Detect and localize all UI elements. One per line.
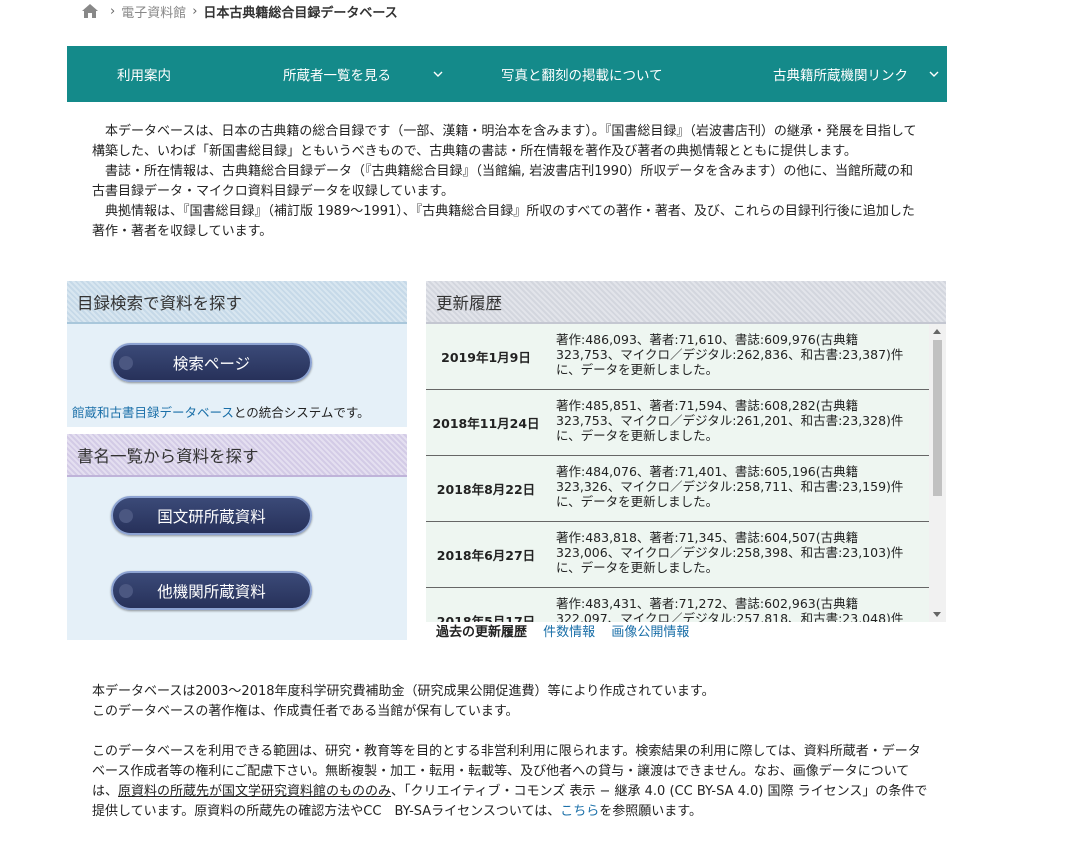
update-text: 著作:483,818、著者:71,345、書誌:604,507(古典籍323,0… (556, 530, 904, 575)
nijl-only-note: 原資料の所蔵先が国文学研究資料館のもののみ (118, 784, 392, 799)
system-note-text: との統合システムです。 (233, 405, 370, 420)
image-info-link[interactable]: 画像公開情報 (611, 625, 689, 640)
home-icon[interactable] (82, 4, 98, 18)
footer-text: 本データベースは2003～2018年度科学研究費補助金（研究成果公開促進費）等に… (92, 682, 932, 822)
footer-license-paragraph: このデータベースを利用できる範囲は、研究・教育等を目的とする非営利利用に限られま… (92, 744, 928, 819)
intro-paragraph: 本データベースは、日本の古典籍の総合目録です（一部、漢籍・明治本を含みます）。『… (92, 124, 917, 159)
scroll-down-icon[interactable] (933, 612, 941, 617)
nav-item-label: 古典籍所蔵機関リンク (773, 68, 908, 84)
breadcrumb: › 電子資料館 › 日本古典籍総合目録データベース (82, 2, 398, 21)
intro-paragraph: 書誌・所在情報は、古典籍総合目録データ（『古典籍総合目録』（当館編, 岩波書店刊… (92, 164, 913, 199)
update-date: 2018年6月27日 (436, 548, 536, 563)
chevron-right-icon: › (110, 3, 116, 19)
nav-item-usage-guide[interactable]: 利用案内 (67, 46, 277, 102)
update-date: 2019年1月9日 (441, 350, 531, 365)
nav-item-label: 利用案内 (117, 68, 171, 84)
update-scrollbar[interactable] (929, 324, 946, 622)
intro-paragraph: 典拠情報は、『国書総目録』（補訂版 1989～1991）、『古典籍総合目録』所収… (92, 204, 915, 239)
title-list-heading: 書名一覧から資料を探す (67, 434, 407, 477)
update-text: 著作:486,093、著者:71,610、書誌:609,976(古典籍323,7… (556, 332, 904, 377)
update-text: 著作:483,431、著者:71,272、書誌:602,963(古典籍322,0… (556, 596, 904, 622)
nav-item-label: 所蔵者一覧を見る (283, 68, 391, 84)
scroll-up-icon[interactable] (933, 329, 941, 334)
update-links: 過去の更新履歴 件数情報 画像公開情報 (436, 621, 689, 640)
main-nav: 利用案内 所蔵者一覧を見る 写真と翻刻の掲載について 古典籍所蔵機関リンク (67, 46, 947, 102)
wakosho-db-link[interactable]: 館蔵和古書目録データベース (72, 405, 234, 420)
update-history-heading: 更新履歴 (426, 281, 946, 324)
nijl-holdings-button[interactable]: 国文研所蔵資料 (111, 496, 312, 535)
scroll-thumb[interactable] (933, 340, 942, 496)
chevron-right-icon: › (192, 3, 198, 19)
button-label: 検索ページ (172, 354, 251, 373)
nav-item-photo-policy[interactable]: 写真と翻刻の掲載について (497, 46, 737, 102)
nav-item-holders-list[interactable]: 所蔵者一覧を見る (277, 46, 497, 102)
other-institutions-button[interactable]: 他機関所蔵資料 (111, 571, 312, 610)
update-row: 2018年11月24日 著作:485,851、著者:71,594、書誌:608,… (426, 390, 929, 456)
breadcrumb-current: 日本古典籍総合目録データベース (203, 5, 398, 21)
button-label: 他機関所蔵資料 (157, 582, 266, 601)
update-text: 著作:485,851、著者:71,594、書誌:608,282(古典籍323,7… (556, 398, 904, 443)
update-row: 2019年1月9日 著作:486,093、著者:71,610、書誌:609,97… (426, 324, 929, 390)
update-row: 2018年5月17日 著作:483,431、著者:71,272、書誌:602,9… (426, 588, 929, 622)
system-note: 館蔵和古書目録データベースとの統合システムです。 (72, 402, 370, 421)
nav-item-label: 写真と翻刻の掲載について (501, 68, 663, 84)
update-date: 2018年11月24日 (432, 416, 540, 431)
button-dot-icon (119, 509, 133, 523)
button-dot-icon (119, 356, 133, 370)
update-text: 著作:484,076、著者:71,401、書誌:605,196(古典籍323,3… (556, 464, 904, 509)
update-date: 2018年5月17日 (436, 614, 536, 622)
license-info-link[interactable]: こちら (560, 804, 599, 819)
chevron-down-icon (433, 71, 443, 77)
breadcrumb-link-archive[interactable]: 電子資料館 (121, 2, 186, 21)
update-history-list[interactable]: 2019年1月9日 著作:486,093、著者:71,610、書誌:609,97… (426, 324, 946, 622)
update-row: 2018年8月22日 著作:484,076、著者:71,401、書誌:605,1… (426, 456, 929, 522)
past-updates-link[interactable]: 過去の更新履歴 (436, 625, 527, 640)
search-page-button[interactable]: 検索ページ (111, 343, 312, 382)
chevron-down-icon (929, 71, 939, 77)
footer-line: 本データベースは2003～2018年度科学研究費補助金（研究成果公開促進費）等に… (92, 684, 715, 699)
update-row: 2018年6月27日 著作:483,818、著者:71,345、書誌:604,5… (426, 522, 929, 588)
catalog-search-heading: 目録検索で資料を探す (67, 281, 407, 324)
footer-line: このデータベースの著作権は、作成責任者である当館が保有しています。 (92, 704, 519, 719)
button-dot-icon (119, 584, 133, 598)
intro-text: 本データベースは、日本の古典籍の総合目録です（一部、漢籍・明治本を含みます）。『… (92, 122, 924, 242)
nav-item-institution-links[interactable]: 古典籍所蔵機関リンク (737, 46, 947, 102)
button-label: 国文研所蔵資料 (157, 507, 266, 526)
update-date: 2018年8月22日 (436, 482, 536, 497)
counts-info-link[interactable]: 件数情報 (543, 625, 595, 640)
